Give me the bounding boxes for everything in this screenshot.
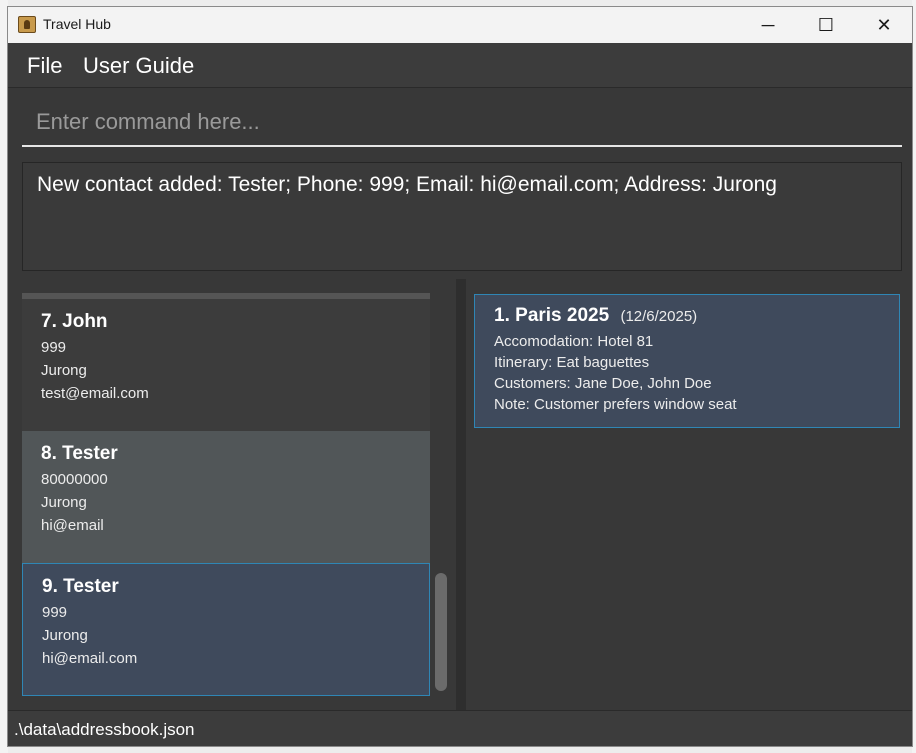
trip-itinerary: Itinerary: Eat baguettes xyxy=(494,354,650,371)
trip-customers: Customers: Jane Doe, John Doe xyxy=(494,375,712,392)
trip-title: 1. Paris 2025 (12/6/2025) xyxy=(494,305,880,327)
maximize-icon: ☐ xyxy=(817,14,835,35)
trip-index: 1. xyxy=(494,305,510,326)
contact-name-text: John xyxy=(62,311,108,332)
contact-address: Jurong xyxy=(41,362,87,379)
menu-user-guide[interactable]: User Guide xyxy=(83,53,194,79)
contact-name: 9. Tester xyxy=(42,576,410,598)
contact-name: 8. Tester xyxy=(41,443,411,465)
result-text: New contact added: Tester; Phone: 999; E… xyxy=(37,173,777,196)
trip-date: (12/6/2025) xyxy=(620,308,698,325)
contact-name-text: Tester xyxy=(63,576,119,597)
trip-name: Paris 2025 xyxy=(515,305,610,326)
trip-accommodation: Accomodation: Hotel 81 xyxy=(494,333,654,350)
maximize-button[interactable]: ☐ xyxy=(797,7,855,43)
contact-card[interactable]: 8. Tester 80000000 Jurong hi@email xyxy=(22,431,430,563)
contact-phone: 80000000 xyxy=(41,471,108,488)
contact-email: hi@email.com xyxy=(42,650,138,667)
app-window: Travel Hub ─ ☐ ✕ File User Guide New con… xyxy=(7,6,913,747)
contact-card[interactable]: 7. John 999 Jurong test@email.com xyxy=(22,299,430,431)
contact-index: 8. xyxy=(41,443,57,464)
contact-index: 7. xyxy=(41,311,57,332)
contact-list-panel: 7. John 999 Jurong test@email.com 8. Tes… xyxy=(8,279,464,710)
contact-phone: 999 xyxy=(42,604,68,621)
close-icon: ✕ xyxy=(876,14,892,35)
contact-email: hi@email xyxy=(41,517,104,534)
contact-phone: 999 xyxy=(41,339,67,356)
contact-address: Jurong xyxy=(41,494,87,511)
trip-list-panel: 1. Paris 2025 (12/6/2025) Accomodation: … xyxy=(466,279,912,710)
trip-note: Note: Customer prefers window seat xyxy=(494,396,737,413)
minimize-icon: ─ xyxy=(761,14,775,35)
list-scrollbar-thumb[interactable] xyxy=(435,573,447,691)
status-bar: .\data\addressbook.json xyxy=(8,710,912,746)
title-bar: Travel Hub ─ ☐ ✕ xyxy=(8,7,912,43)
close-button[interactable]: ✕ xyxy=(855,7,912,43)
contact-name-text: Tester xyxy=(62,443,118,464)
contact-email: test@email.com xyxy=(41,385,149,402)
result-display: New contact added: Tester; Phone: 999; E… xyxy=(22,162,902,271)
split-pane-divider[interactable] xyxy=(456,279,466,710)
trip-card[interactable]: 1. Paris 2025 (12/6/2025) Accomodation: … xyxy=(474,294,900,428)
window-title: Travel Hub xyxy=(43,16,111,32)
save-file-path: .\data\addressbook.json xyxy=(14,720,195,739)
contact-name: 7. John xyxy=(41,311,411,333)
contact-address: Jurong xyxy=(42,627,88,644)
menu-bar: File User Guide xyxy=(8,43,912,88)
contact-card-selected[interactable]: 9. Tester 999 Jurong hi@email.com xyxy=(22,563,430,696)
minimize-button[interactable]: ─ xyxy=(739,7,797,43)
menu-file[interactable]: File xyxy=(27,53,62,79)
command-input[interactable] xyxy=(22,99,902,147)
app-icon xyxy=(18,16,36,33)
contact-index: 9. xyxy=(42,576,58,597)
command-area xyxy=(8,89,912,155)
